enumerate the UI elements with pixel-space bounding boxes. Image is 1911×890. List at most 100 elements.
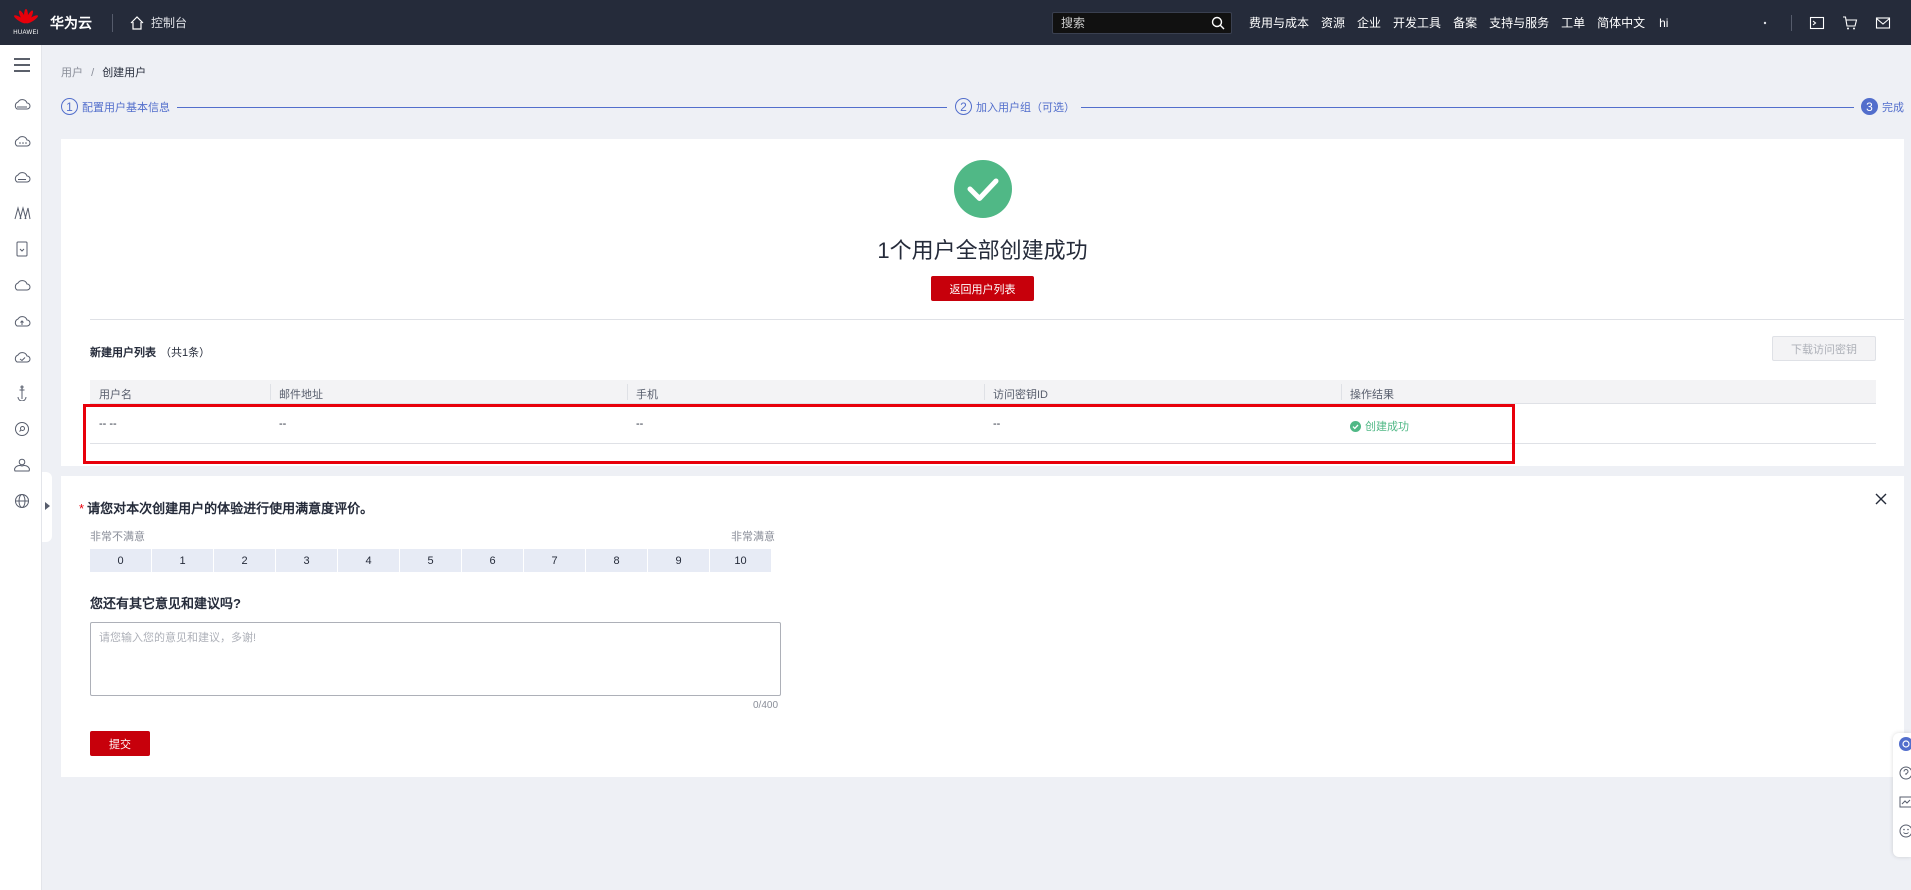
success-check-icon (1350, 420, 1361, 432)
step-label: 加入用户组（可选） (976, 101, 1075, 114)
cloud-shell-icon[interactable] (1809, 15, 1825, 31)
huawei-flower-icon (14, 9, 38, 24)
chat-assistant-icon[interactable] (1899, 737, 1911, 751)
huawei-logo[interactable]: HUAWEI (6, 0, 46, 45)
score-option-8[interactable]: 8 (586, 549, 647, 572)
score-option-1[interactable]: 1 (152, 549, 213, 572)
nav-enterprise[interactable]: 企业 (1357, 14, 1381, 31)
suggestion-textarea[interactable] (90, 622, 781, 696)
search-circle-icon[interactable] (13, 421, 31, 437)
search-box[interactable] (1052, 12, 1232, 34)
progress-steps: 1 配置用户基本信息 2 加入用户组（可选） 3 完成 (61, 98, 1905, 118)
score-option-9[interactable]: 9 (648, 549, 709, 572)
nav-icp[interactable]: 备案 (1453, 14, 1477, 31)
search-icon[interactable] (1211, 16, 1225, 30)
breadcrumb: 用户 / 创建用户 (61, 64, 146, 80)
nav-dev-tools[interactable]: 开发工具 (1393, 14, 1441, 31)
step-1: 1 配置用户基本信息 (61, 98, 170, 115)
console-link[interactable]: 控制台 (151, 14, 187, 31)
step-connector (177, 107, 947, 108)
top-navigation-bar: HUAWEI 华为云 控制台 费用与成本 资源 企业 开发工具 备案 支持与服务… (0, 0, 1911, 45)
cart-icon[interactable] (1842, 15, 1858, 31)
breadcrumb-current: 创建用户 (102, 67, 147, 79)
nav-tickets[interactable]: 工单 (1561, 14, 1585, 31)
left-sidebar (0, 45, 42, 890)
cloud-upload-icon[interactable] (13, 313, 31, 329)
cloud-database-icon[interactable] (13, 349, 31, 365)
nav-user-greeting[interactable]: hi (1659, 16, 1668, 30)
help-icon[interactable] (1899, 766, 1911, 780)
column-header-phone: 手机 (627, 380, 984, 403)
score-option-2[interactable]: 2 (214, 549, 275, 572)
top-nav-menu: 费用与成本 资源 企业 开发工具 备案 支持与服务 工单 简体中文 hi (1249, 0, 1680, 45)
nav-language[interactable]: 简体中文 (1597, 14, 1645, 31)
top-right-tools (1740, 0, 1891, 45)
people-icon[interactable] (13, 457, 31, 473)
list-count: （共1条） (160, 347, 211, 359)
satisfaction-question: * 请您对本次创建用户的体验进行使用满意度评价。 (79, 498, 373, 517)
score-option-7[interactable]: 7 (524, 549, 585, 572)
result-status-text: 创建成功 (1365, 421, 1409, 433)
score-option-5[interactable]: 5 (400, 549, 461, 572)
result-title: 1个用户全部创建成功 (877, 238, 1088, 263)
submit-button[interactable]: 提交 (90, 731, 150, 756)
feedback-card: * 请您对本次创建用户的体验进行使用满意度评价。 非常不满意 非常满意 0 1 2… (61, 476, 1904, 777)
suggestion-question: 您还有其它意见和建议吗? (90, 596, 241, 611)
score-high-label: 非常满意 (731, 531, 775, 543)
column-header-username: 用户名 (99, 389, 132, 401)
smiley-icon[interactable] (1899, 824, 1911, 838)
close-icon[interactable] (1874, 492, 1888, 506)
download-access-key-button[interactable]: 下载访问密钥 (1772, 336, 1876, 361)
step-number: 3 (1861, 98, 1878, 115)
menu-icon[interactable] (13, 57, 31, 73)
brand-name[interactable]: 华为云 (50, 13, 92, 33)
caret-right-icon (45, 502, 50, 510)
breadcrumb-separator: / (91, 67, 95, 79)
new-user-table: 用户名 邮件地址 手机 访问密钥ID 操作结果 -- -- -- -- -- 创… (90, 380, 1876, 444)
back-to-user-list-button[interactable]: 返回用户列表 (931, 276, 1034, 301)
divider (90, 319, 1904, 320)
score-option-4[interactable]: 4 (338, 549, 399, 572)
cell-email: -- (279, 418, 287, 430)
column-header-result: 操作结果 (1341, 380, 1876, 403)
step-number: 2 (955, 98, 972, 115)
storage-cloud-icon[interactable] (13, 169, 31, 185)
cloud-icon[interactable] (13, 133, 31, 149)
globe-icon[interactable] (13, 493, 31, 509)
anchor-icon[interactable] (13, 385, 31, 401)
home-icon[interactable] (129, 15, 145, 31)
floating-tools (1893, 733, 1911, 857)
search-input[interactable] (1053, 13, 1203, 33)
success-check-icon (954, 160, 1012, 218)
logo-text: HUAWEI (13, 30, 39, 36)
cloud-server-icon[interactable] (13, 97, 31, 113)
required-marker: * (79, 501, 85, 516)
cell-phone: -- (636, 418, 644, 430)
cell-access-key: -- (993, 418, 1001, 430)
nav-cost[interactable]: 费用与成本 (1249, 14, 1309, 31)
mail-icon[interactable] (1875, 15, 1891, 31)
notification-icon[interactable] (1757, 15, 1773, 31)
divider (112, 13, 113, 32)
nav-resources[interactable]: 资源 (1321, 14, 1345, 31)
score-option-3[interactable]: 3 (276, 549, 337, 572)
step-number: 1 (61, 98, 78, 115)
sidebar-expand-toggle[interactable] (42, 472, 52, 542)
breadcrumb-users-link[interactable]: 用户 (61, 67, 83, 79)
score-option-6[interactable]: 6 (462, 549, 523, 572)
network-icon[interactable] (13, 205, 31, 221)
nav-support[interactable]: 支持与服务 (1489, 14, 1549, 31)
score-low-label: 非常不满意 (90, 531, 145, 543)
score-selector: 0 1 2 3 4 5 6 7 8 9 10 (90, 549, 772, 572)
divider (1791, 14, 1792, 31)
step-2: 2 加入用户组（可选） (955, 98, 1075, 115)
score-option-10[interactable]: 10 (710, 549, 771, 572)
score-option-0[interactable]: 0 (90, 549, 151, 572)
success-status: 创建成功 (1350, 418, 1876, 434)
cloud-service-icon[interactable] (13, 277, 31, 293)
step-label: 配置用户基本信息 (82, 101, 170, 114)
table-header: 用户名 邮件地址 手机 访问密钥ID 操作结果 (90, 380, 1876, 404)
document-icon[interactable] (13, 241, 31, 257)
satisfaction-question-text: 请您对本次创建用户的体验进行使用满意度评价。 (87, 501, 374, 516)
feedback-icon[interactable] (1899, 795, 1911, 809)
